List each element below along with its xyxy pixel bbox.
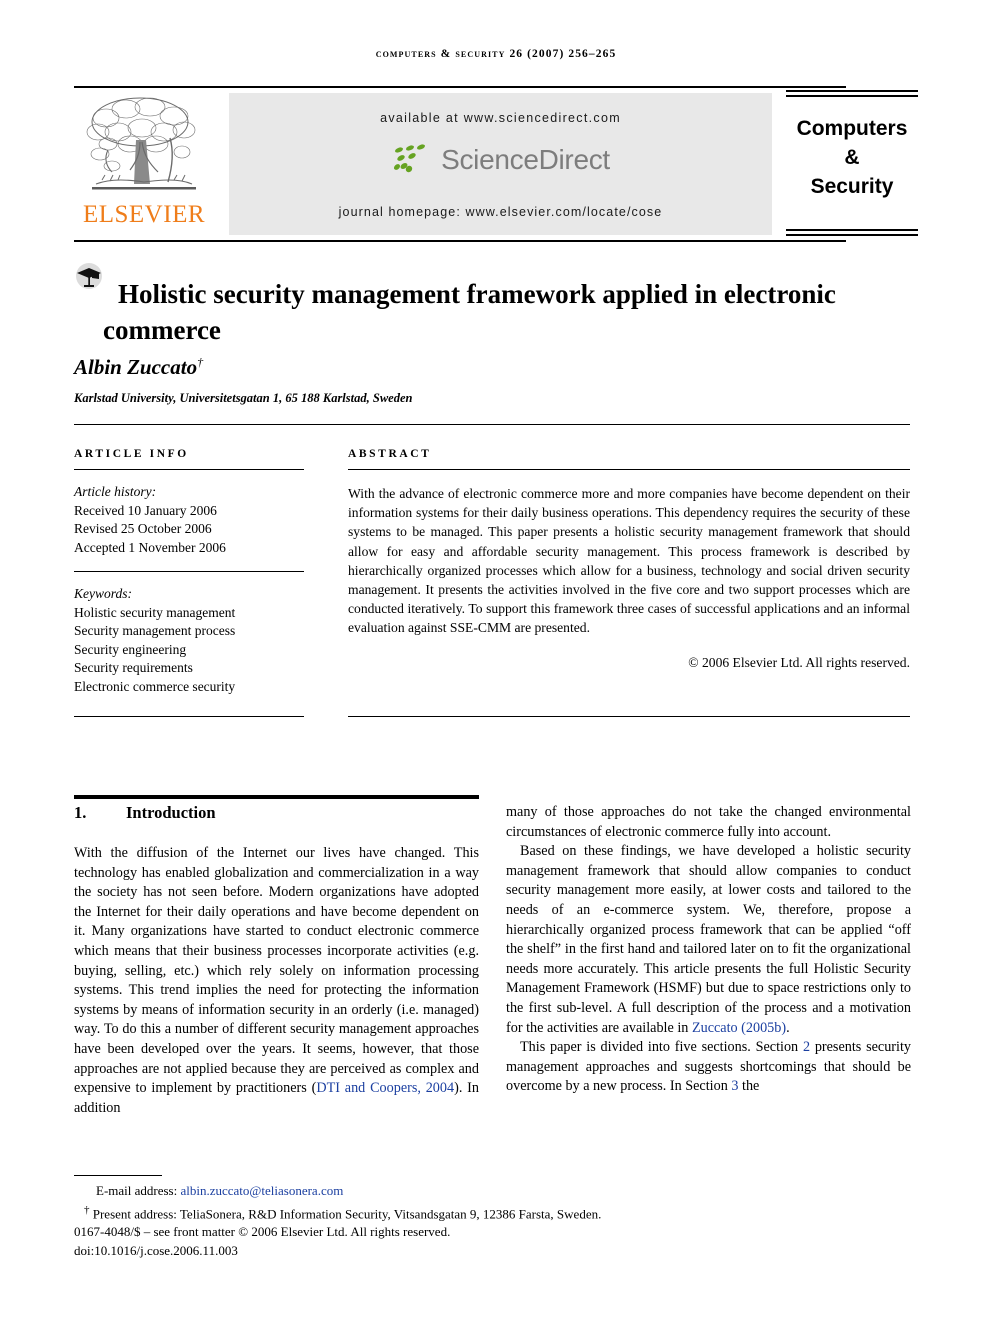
article-history: Article history: Received 10 January 200… <box>74 483 304 557</box>
article-history-label: Article history: <box>74 484 157 499</box>
body-column-left: 1. Introduction With the diffusion of the… <box>74 803 479 1118</box>
sciencedirect-wordmark: ScienceDirect <box>441 144 610 175</box>
header-divider <box>74 86 846 88</box>
section-ref-link[interactable]: 3 <box>731 1078 738 1094</box>
author-affiliation: Karlstad University, Universitetsgatan 1… <box>74 391 413 405</box>
journal-title-line-2: & <box>844 146 860 169</box>
available-at-text: available at www.sciencedirect.com <box>380 111 621 125</box>
elsevier-tree-icon <box>78 92 210 204</box>
paragraph: With the diffusion of the Internet our l… <box>74 845 479 1116</box>
section-heading: 1. Introduction <box>74 803 479 823</box>
email-link[interactable]: albin.zuccato@teliasonera.com <box>180 1183 343 1198</box>
paragraph: many of those approaches do not take the… <box>506 804 911 840</box>
running-head: Computers & security 26 (2007) 256–265 <box>375 48 617 60</box>
journal-homepage-text: journal homepage: www.elsevier.com/locat… <box>338 205 663 219</box>
section-title: Introduction <box>126 803 216 822</box>
abstract-column: Abstract With the advance of electronic … <box>348 448 910 671</box>
elsevier-logo: ELSEVIER <box>74 90 214 238</box>
graduation-cap-icon <box>74 262 104 292</box>
footnote-block: E-mail address: albin.zuccato@teliasoner… <box>74 1182 674 1260</box>
journal-title-box: Computers & Security <box>786 90 918 238</box>
keywords-list: Keywords: Holistic security management S… <box>74 585 304 696</box>
email-label: E-mail address: <box>96 1183 178 1198</box>
masthead-divider <box>74 240 846 242</box>
author-name: Albin Zuccato† <box>74 355 774 380</box>
section-ref-link[interactable]: 2 <box>803 1039 810 1055</box>
footnote-doi: doi:10.1016/j.cose.2006.11.003 <box>74 1242 238 1258</box>
keyword-item: Security requirements <box>74 660 193 675</box>
sciencedirect-logo: ScienceDirect <box>229 143 772 177</box>
masthead: ELSEVIER available at www.sciencedirect.… <box>74 90 918 238</box>
journal-box-rule-top-1 <box>786 90 918 92</box>
journal-box-rule-bottom-2 <box>786 234 918 236</box>
footnote-present-address: † Present address: TeliaSonera, R&D Info… <box>74 1201 674 1224</box>
article-history-item: Accepted 1 November 2006 <box>74 539 226 555</box>
author-label: Albin Zuccato <box>74 355 198 379</box>
article-info-separator <box>74 571 304 572</box>
elsevier-wordmark: ELSEVIER <box>82 201 206 228</box>
article-page: Computers & security 26 (2007) 256–265 <box>0 0 992 1323</box>
keyword-item: Electronic commerce security <box>74 678 236 694</box>
paragraph: This paper is divided into five sections… <box>506 1039 911 1095</box>
present-address-text: Present address: TeliaSonera, R&D Inform… <box>92 1205 602 1221</box>
body-column-right: many of those approaches do not take the… <box>506 803 911 1097</box>
abstract-copyright: © 2006 Elsevier Ltd. All rights reserved… <box>688 654 910 670</box>
affiliation-divider <box>74 424 910 425</box>
journal-title-line-1: Computers <box>796 117 908 140</box>
author-footnote-marker: † <box>197 355 204 369</box>
journal-title-line-3: Security <box>810 175 894 198</box>
footnote-front-matter: 0167-4048/$ – see front matter © 2006 El… <box>74 1224 451 1240</box>
article-info-heading-rule <box>74 469 304 470</box>
keyword-item: Holistic security management <box>74 604 236 620</box>
page-title: Holistic security management framework a… <box>103 279 836 346</box>
article-history-item: Received 10 January 2006 <box>74 502 217 518</box>
keyword-item: Security management process <box>74 623 236 638</box>
article-info-column: Article info Article history: Received 1… <box>74 448 304 696</box>
journal-box-rule-bottom-1 <box>786 229 918 231</box>
keyword-item: Security engineering <box>74 641 187 657</box>
paragraph: Based on these findings, we have develop… <box>506 843 911 1036</box>
abstract-bottom-rule <box>348 716 910 717</box>
abstract-heading-rule <box>348 469 910 470</box>
section-heading-rule <box>74 795 479 799</box>
article-info-heading: Article info <box>74 448 189 460</box>
sciencedirect-leaves-icon <box>394 144 426 173</box>
footnote-email: E-mail address: albin.zuccato@teliasoner… <box>74 1182 674 1201</box>
keywords-label: Keywords: <box>74 586 132 601</box>
sciencedirect-band: available at www.sciencedirect.com Scien… <box>229 93 772 235</box>
citation-link[interactable]: DTI and Coopers, 2004 <box>316 1080 454 1096</box>
article-info-bottom-rule <box>74 716 304 717</box>
citation-link[interactable]: Zuccato (2005b) <box>692 1020 786 1036</box>
section-number: 1. <box>74 803 87 822</box>
abstract-text: With the advance of electronic commerce … <box>348 486 910 636</box>
footnote-divider <box>74 1175 162 1176</box>
journal-box-rule-top-2 <box>786 95 918 97</box>
abstract-heading: Abstract <box>348 448 432 460</box>
article-history-item: Revised 25 October 2006 <box>74 521 212 536</box>
journal-title: Computers & Security <box>786 114 918 201</box>
footnote-marker: † <box>84 1203 90 1216</box>
